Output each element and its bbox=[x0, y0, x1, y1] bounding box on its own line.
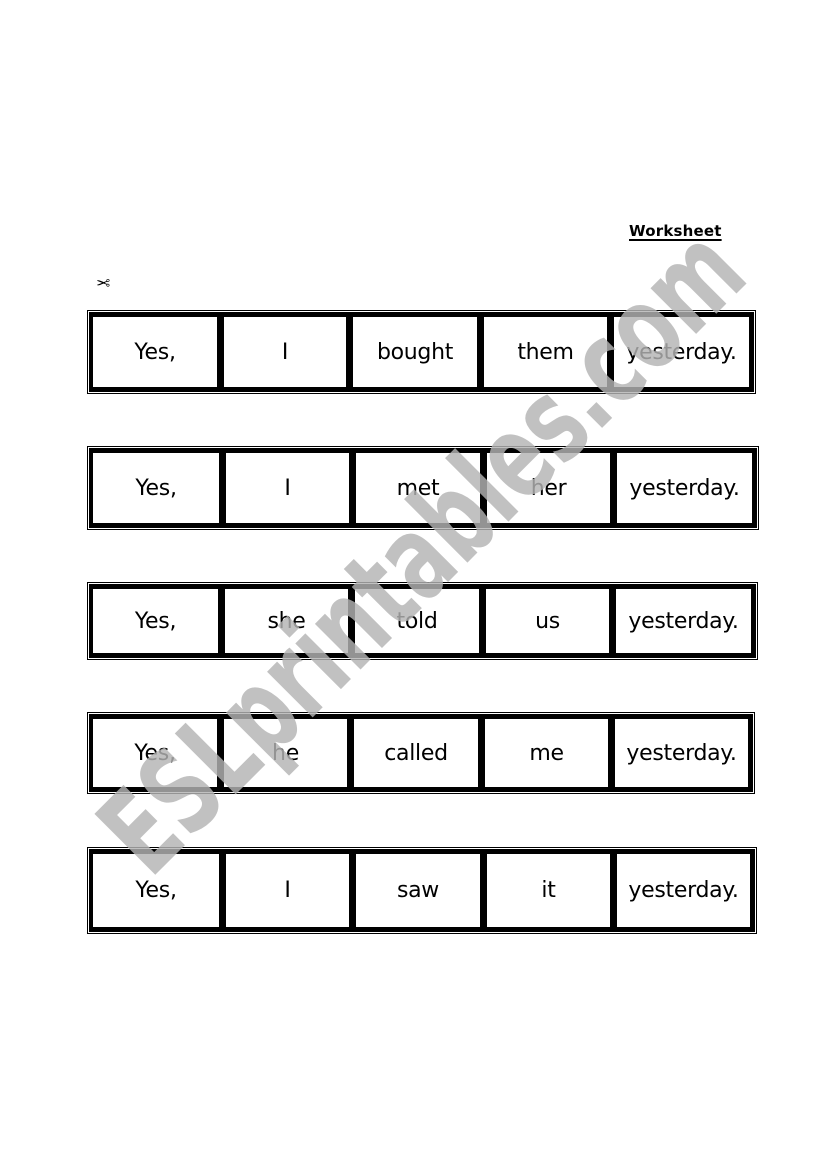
word-card[interactable]: I bbox=[223, 316, 350, 391]
word-card[interactable]: yesterday. bbox=[613, 316, 753, 391]
word-text: Yes, bbox=[134, 740, 176, 766]
word-card[interactable]: Yes, bbox=[92, 853, 223, 931]
word-card[interactable]: me bbox=[484, 718, 612, 791]
word-text: yesterday. bbox=[628, 608, 739, 634]
word-card[interactable]: yesterday. bbox=[616, 452, 756, 527]
scissors-icon: ✂ bbox=[96, 274, 111, 294]
word-text: met bbox=[396, 475, 440, 501]
word-card[interactable]: bought bbox=[352, 316, 481, 391]
word-text: Yes, bbox=[135, 878, 177, 903]
word-card[interactable]: Yes, bbox=[92, 452, 223, 527]
word-text: yesterday. bbox=[626, 339, 737, 365]
word-text: Yes, bbox=[134, 608, 177, 634]
word-text: saw bbox=[396, 878, 440, 903]
word-text: it bbox=[541, 878, 556, 903]
word-card[interactable]: Yes, bbox=[92, 718, 221, 791]
word-card[interactable]: saw bbox=[355, 853, 484, 931]
word-card[interactable]: called bbox=[353, 718, 482, 791]
word-card[interactable]: he bbox=[223, 718, 351, 791]
word-card[interactable]: us bbox=[485, 588, 613, 657]
word-text: them bbox=[517, 339, 574, 365]
word-text: me bbox=[529, 740, 564, 766]
word-card[interactable]: told bbox=[354, 588, 483, 657]
word-text: yesterday. bbox=[628, 878, 739, 903]
word-card[interactable]: her bbox=[486, 452, 614, 527]
word-text: yesterday. bbox=[629, 475, 740, 501]
word-card[interactable]: them bbox=[483, 316, 611, 391]
word-card[interactable]: yesterday. bbox=[614, 718, 752, 791]
word-card[interactable]: I bbox=[225, 452, 353, 527]
word-card[interactable]: she bbox=[224, 588, 352, 657]
word-text: I bbox=[284, 475, 291, 501]
word-text: bought bbox=[376, 339, 454, 365]
word-card[interactable]: Yes, bbox=[92, 588, 222, 657]
word-card[interactable]: met bbox=[355, 452, 484, 527]
page-title: Worksheet bbox=[629, 222, 722, 240]
word-text: she bbox=[267, 608, 306, 634]
word-text: I bbox=[281, 339, 289, 365]
word-card[interactable]: it bbox=[486, 853, 614, 931]
watermark-text: ESLprintables.com bbox=[72, 201, 771, 900]
sentence-strip-4: Yes, he called me yesterday. bbox=[87, 712, 755, 794]
word-text: yesterday. bbox=[626, 740, 737, 766]
word-text: us bbox=[535, 608, 560, 634]
sentence-strip-3: Yes, she told us yesterday. bbox=[87, 582, 758, 660]
word-text: he bbox=[272, 740, 299, 766]
word-text: Yes, bbox=[135, 475, 177, 501]
sentence-strip-5: Yes, I saw it yesterday. bbox=[87, 847, 757, 934]
word-text: I bbox=[284, 878, 291, 903]
word-card[interactable]: Yes, bbox=[92, 316, 221, 391]
word-card[interactable]: yesterday. bbox=[616, 853, 754, 931]
word-text: called bbox=[384, 740, 448, 766]
sentence-strip-1: Yes, I bought them yesterday. bbox=[87, 310, 756, 394]
sentence-strip-2: Yes, I met her yesterday. bbox=[87, 446, 759, 530]
word-text: her bbox=[530, 475, 567, 501]
word-card[interactable]: yesterday. bbox=[615, 588, 755, 657]
word-card[interactable]: I bbox=[225, 853, 353, 931]
word-text: told bbox=[396, 608, 438, 634]
word-text: Yes, bbox=[134, 339, 176, 365]
